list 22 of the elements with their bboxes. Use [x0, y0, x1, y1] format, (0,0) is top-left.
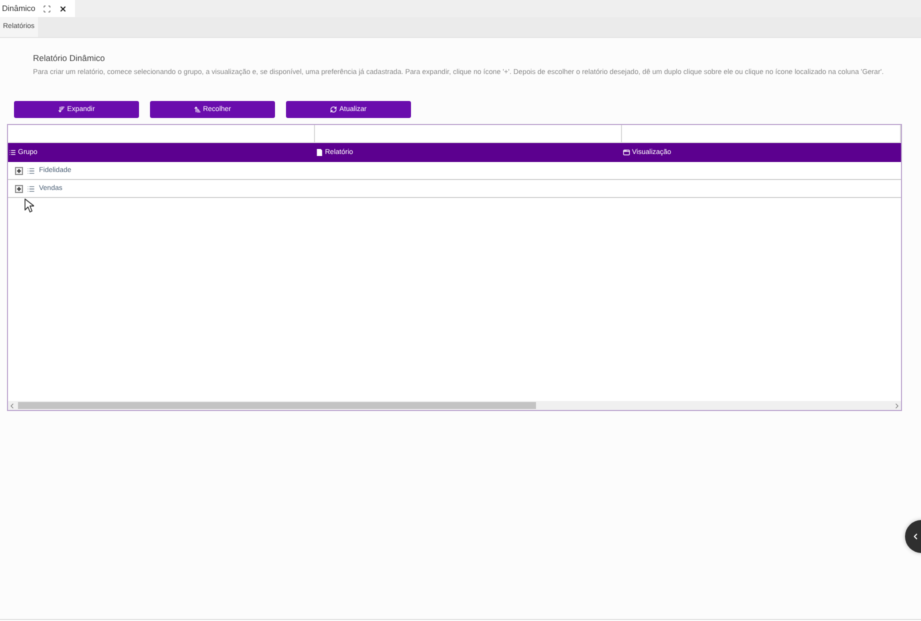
document-icon [316, 149, 323, 156]
list-icon [27, 166, 35, 174]
filter-field[interactable] [622, 125, 901, 143]
filter-field[interactable] [315, 125, 622, 143]
sort-icon [58, 106, 66, 113]
close-icon[interactable] [58, 4, 68, 13]
scroll-right-icon[interactable] [893, 402, 901, 410]
list-icon [27, 184, 35, 192]
expand-box-icon[interactable] [15, 166, 23, 174]
mouse-pointer-icon [24, 198, 34, 213]
maximize-icon[interactable] [42, 4, 52, 13]
scrollbar-thumb[interactable] [18, 402, 536, 409]
report-title: Relatório Dinâmico [33, 53, 105, 64]
sort-icon [194, 106, 201, 113]
window-tab[interactable]: Dinâmico [0, 0, 76, 17]
scroll-left-icon[interactable] [8, 402, 16, 410]
refresh-icon [330, 106, 338, 113]
window-icon [623, 149, 630, 156]
chevron-left-icon [911, 532, 920, 541]
filter-field[interactable] [8, 125, 315, 143]
horizontal-scrollbar[interactable] [8, 401, 901, 410]
expand-box-icon[interactable] [15, 184, 23, 192]
